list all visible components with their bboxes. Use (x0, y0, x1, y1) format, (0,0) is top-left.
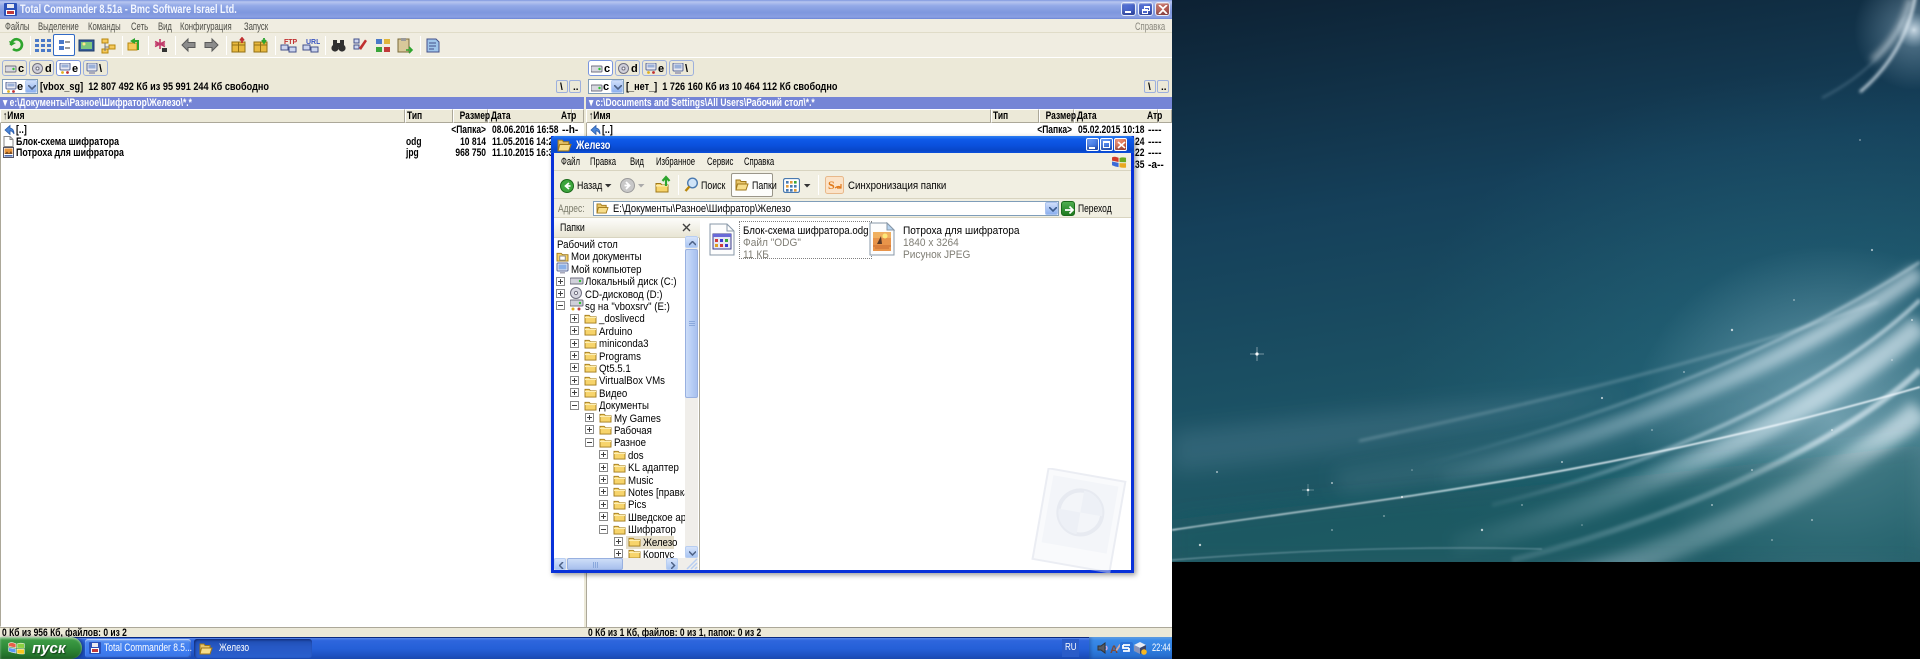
svg-text:S: S (828, 178, 835, 192)
